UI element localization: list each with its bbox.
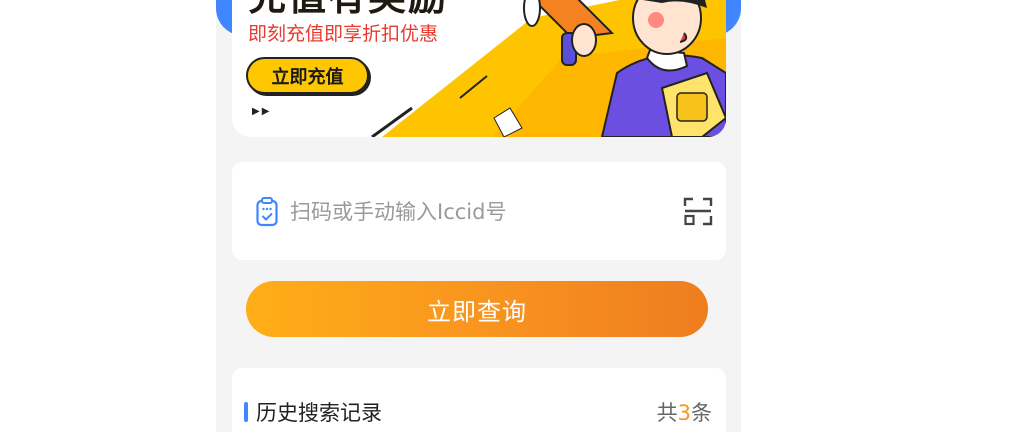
banner-arrows: ▶▶	[252, 106, 272, 117]
history-count-suffix: 条	[691, 401, 712, 425]
search-history-card: 历史搜索记录 共3条	[232, 368, 726, 432]
history-count: 共3条	[657, 397, 712, 427]
history-count-number: 3	[677, 401, 691, 425]
banner-title: 充值有奖励	[248, 0, 448, 16]
promo-banner[interactable]: 充值有奖励 即刻充值即享折扣优惠 立即充值 ▶▶	[232, 0, 726, 137]
recharge-button[interactable]: 立即充值	[246, 57, 369, 94]
document-check-icon	[256, 197, 278, 227]
history-title: 历史搜索记录	[256, 401, 382, 425]
query-button[interactable]: 立即查询	[246, 281, 708, 337]
iccid-input[interactable]	[290, 196, 670, 228]
scan-icon[interactable]	[682, 195, 714, 227]
app-screen: 充值有奖励 即刻充值即享折扣优惠 立即充值 ▶▶ 立即查询 历史搜索记录 共3条	[216, 0, 741, 432]
section-accent-bar	[244, 402, 248, 422]
banner-subtitle: 即刻充值即享折扣优惠	[248, 23, 439, 45]
iccid-input-card	[232, 162, 726, 260]
history-count-prefix: 共	[656, 401, 678, 425]
